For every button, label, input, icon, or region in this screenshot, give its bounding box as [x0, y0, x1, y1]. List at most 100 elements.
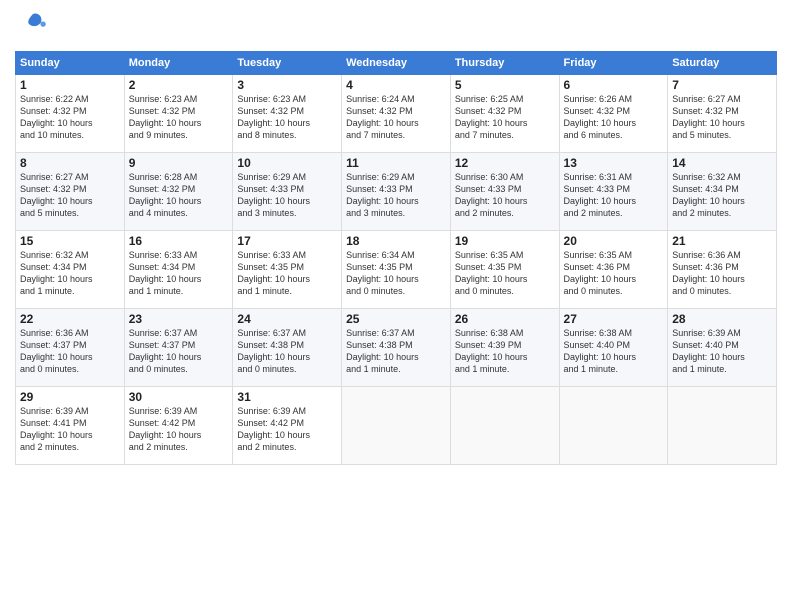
day-number: 21 — [672, 234, 772, 248]
table-row: 22Sunrise: 6:36 AM Sunset: 4:37 PM Dayli… — [16, 309, 125, 387]
week-row-1: 1Sunrise: 6:22 AM Sunset: 4:32 PM Daylig… — [16, 75, 777, 153]
table-row — [342, 387, 451, 465]
header-sunday: Sunday — [16, 52, 125, 75]
day-info: Sunrise: 6:39 AM Sunset: 4:40 PM Dayligh… — [672, 327, 772, 376]
day-info: Sunrise: 6:30 AM Sunset: 4:33 PM Dayligh… — [455, 171, 555, 220]
day-number: 27 — [564, 312, 664, 326]
day-number: 20 — [564, 234, 664, 248]
day-info: Sunrise: 6:34 AM Sunset: 4:35 PM Dayligh… — [346, 249, 446, 298]
day-number: 11 — [346, 156, 446, 170]
table-row: 24Sunrise: 6:37 AM Sunset: 4:38 PM Dayli… — [233, 309, 342, 387]
table-row: 30Sunrise: 6:39 AM Sunset: 4:42 PM Dayli… — [124, 387, 233, 465]
day-info: Sunrise: 6:39 AM Sunset: 4:42 PM Dayligh… — [129, 405, 229, 454]
day-info: Sunrise: 6:31 AM Sunset: 4:33 PM Dayligh… — [564, 171, 664, 220]
day-info: Sunrise: 6:32 AM Sunset: 4:34 PM Dayligh… — [672, 171, 772, 220]
day-info: Sunrise: 6:36 AM Sunset: 4:36 PM Dayligh… — [672, 249, 772, 298]
day-info: Sunrise: 6:39 AM Sunset: 4:41 PM Dayligh… — [20, 405, 120, 454]
day-info: Sunrise: 6:28 AM Sunset: 4:32 PM Dayligh… — [129, 171, 229, 220]
header-tuesday: Tuesday — [233, 52, 342, 75]
table-row: 27Sunrise: 6:38 AM Sunset: 4:40 PM Dayli… — [559, 309, 668, 387]
header-saturday: Saturday — [668, 52, 777, 75]
day-number: 4 — [346, 78, 446, 92]
day-info: Sunrise: 6:38 AM Sunset: 4:40 PM Dayligh… — [564, 327, 664, 376]
day-number: 13 — [564, 156, 664, 170]
day-info: Sunrise: 6:27 AM Sunset: 4:32 PM Dayligh… — [20, 171, 120, 220]
day-info: Sunrise: 6:29 AM Sunset: 4:33 PM Dayligh… — [237, 171, 337, 220]
table-row: 11Sunrise: 6:29 AM Sunset: 4:33 PM Dayli… — [342, 153, 451, 231]
day-number: 17 — [237, 234, 337, 248]
day-number: 26 — [455, 312, 555, 326]
page: Sunday Monday Tuesday Wednesday Thursday… — [0, 0, 792, 612]
table-row: 26Sunrise: 6:38 AM Sunset: 4:39 PM Dayli… — [450, 309, 559, 387]
week-row-5: 29Sunrise: 6:39 AM Sunset: 4:41 PM Dayli… — [16, 387, 777, 465]
day-number: 19 — [455, 234, 555, 248]
table-row — [450, 387, 559, 465]
weekday-header-row: Sunday Monday Tuesday Wednesday Thursday… — [16, 52, 777, 75]
table-row — [668, 387, 777, 465]
day-info: Sunrise: 6:37 AM Sunset: 4:38 PM Dayligh… — [346, 327, 446, 376]
day-info: Sunrise: 6:22 AM Sunset: 4:32 PM Dayligh… — [20, 93, 120, 142]
week-row-3: 15Sunrise: 6:32 AM Sunset: 4:34 PM Dayli… — [16, 231, 777, 309]
day-number: 16 — [129, 234, 229, 248]
day-number: 2 — [129, 78, 229, 92]
day-info: Sunrise: 6:26 AM Sunset: 4:32 PM Dayligh… — [564, 93, 664, 142]
day-info: Sunrise: 6:33 AM Sunset: 4:34 PM Dayligh… — [129, 249, 229, 298]
table-row: 8Sunrise: 6:27 AM Sunset: 4:32 PM Daylig… — [16, 153, 125, 231]
header-friday: Friday — [559, 52, 668, 75]
day-number: 10 — [237, 156, 337, 170]
table-row: 17Sunrise: 6:33 AM Sunset: 4:35 PM Dayli… — [233, 231, 342, 309]
day-info: Sunrise: 6:35 AM Sunset: 4:35 PM Dayligh… — [455, 249, 555, 298]
table-row: 5Sunrise: 6:25 AM Sunset: 4:32 PM Daylig… — [450, 75, 559, 153]
day-info: Sunrise: 6:38 AM Sunset: 4:39 PM Dayligh… — [455, 327, 555, 376]
calendar-table: Sunday Monday Tuesday Wednesday Thursday… — [15, 51, 777, 465]
logo — [15, 10, 47, 43]
day-info: Sunrise: 6:24 AM Sunset: 4:32 PM Dayligh… — [346, 93, 446, 142]
day-number: 14 — [672, 156, 772, 170]
day-info: Sunrise: 6:35 AM Sunset: 4:36 PM Dayligh… — [564, 249, 664, 298]
week-row-4: 22Sunrise: 6:36 AM Sunset: 4:37 PM Dayli… — [16, 309, 777, 387]
day-info: Sunrise: 6:29 AM Sunset: 4:33 PM Dayligh… — [346, 171, 446, 220]
table-row: 20Sunrise: 6:35 AM Sunset: 4:36 PM Dayli… — [559, 231, 668, 309]
table-row: 15Sunrise: 6:32 AM Sunset: 4:34 PM Dayli… — [16, 231, 125, 309]
table-row: 2Sunrise: 6:23 AM Sunset: 4:32 PM Daylig… — [124, 75, 233, 153]
day-number: 23 — [129, 312, 229, 326]
table-row: 16Sunrise: 6:33 AM Sunset: 4:34 PM Dayli… — [124, 231, 233, 309]
table-row: 29Sunrise: 6:39 AM Sunset: 4:41 PM Dayli… — [16, 387, 125, 465]
day-info: Sunrise: 6:36 AM Sunset: 4:37 PM Dayligh… — [20, 327, 120, 376]
day-number: 1 — [20, 78, 120, 92]
table-row: 9Sunrise: 6:28 AM Sunset: 4:32 PM Daylig… — [124, 153, 233, 231]
table-row: 12Sunrise: 6:30 AM Sunset: 4:33 PM Dayli… — [450, 153, 559, 231]
day-number: 7 — [672, 78, 772, 92]
table-row: 7Sunrise: 6:27 AM Sunset: 4:32 PM Daylig… — [668, 75, 777, 153]
week-row-2: 8Sunrise: 6:27 AM Sunset: 4:32 PM Daylig… — [16, 153, 777, 231]
header-wednesday: Wednesday — [342, 52, 451, 75]
table-row: 10Sunrise: 6:29 AM Sunset: 4:33 PM Dayli… — [233, 153, 342, 231]
table-row: 21Sunrise: 6:36 AM Sunset: 4:36 PM Dayli… — [668, 231, 777, 309]
table-row: 18Sunrise: 6:34 AM Sunset: 4:35 PM Dayli… — [342, 231, 451, 309]
table-row — [559, 387, 668, 465]
day-number: 29 — [20, 390, 120, 404]
day-info: Sunrise: 6:27 AM Sunset: 4:32 PM Dayligh… — [672, 93, 772, 142]
table-row: 4Sunrise: 6:24 AM Sunset: 4:32 PM Daylig… — [342, 75, 451, 153]
table-row: 25Sunrise: 6:37 AM Sunset: 4:38 PM Dayli… — [342, 309, 451, 387]
table-row: 31Sunrise: 6:39 AM Sunset: 4:42 PM Dayli… — [233, 387, 342, 465]
day-info: Sunrise: 6:23 AM Sunset: 4:32 PM Dayligh… — [129, 93, 229, 142]
day-number: 9 — [129, 156, 229, 170]
day-number: 24 — [237, 312, 337, 326]
table-row: 1Sunrise: 6:22 AM Sunset: 4:32 PM Daylig… — [16, 75, 125, 153]
day-number: 15 — [20, 234, 120, 248]
day-number: 31 — [237, 390, 337, 404]
day-number: 3 — [237, 78, 337, 92]
day-info: Sunrise: 6:25 AM Sunset: 4:32 PM Dayligh… — [455, 93, 555, 142]
day-number: 28 — [672, 312, 772, 326]
day-info: Sunrise: 6:37 AM Sunset: 4:38 PM Dayligh… — [237, 327, 337, 376]
header-thursday: Thursday — [450, 52, 559, 75]
table-row: 19Sunrise: 6:35 AM Sunset: 4:35 PM Dayli… — [450, 231, 559, 309]
day-number: 30 — [129, 390, 229, 404]
day-number: 25 — [346, 312, 446, 326]
logo-bird-icon — [19, 10, 47, 43]
day-number: 12 — [455, 156, 555, 170]
day-number: 22 — [20, 312, 120, 326]
day-number: 18 — [346, 234, 446, 248]
table-row: 3Sunrise: 6:23 AM Sunset: 4:32 PM Daylig… — [233, 75, 342, 153]
